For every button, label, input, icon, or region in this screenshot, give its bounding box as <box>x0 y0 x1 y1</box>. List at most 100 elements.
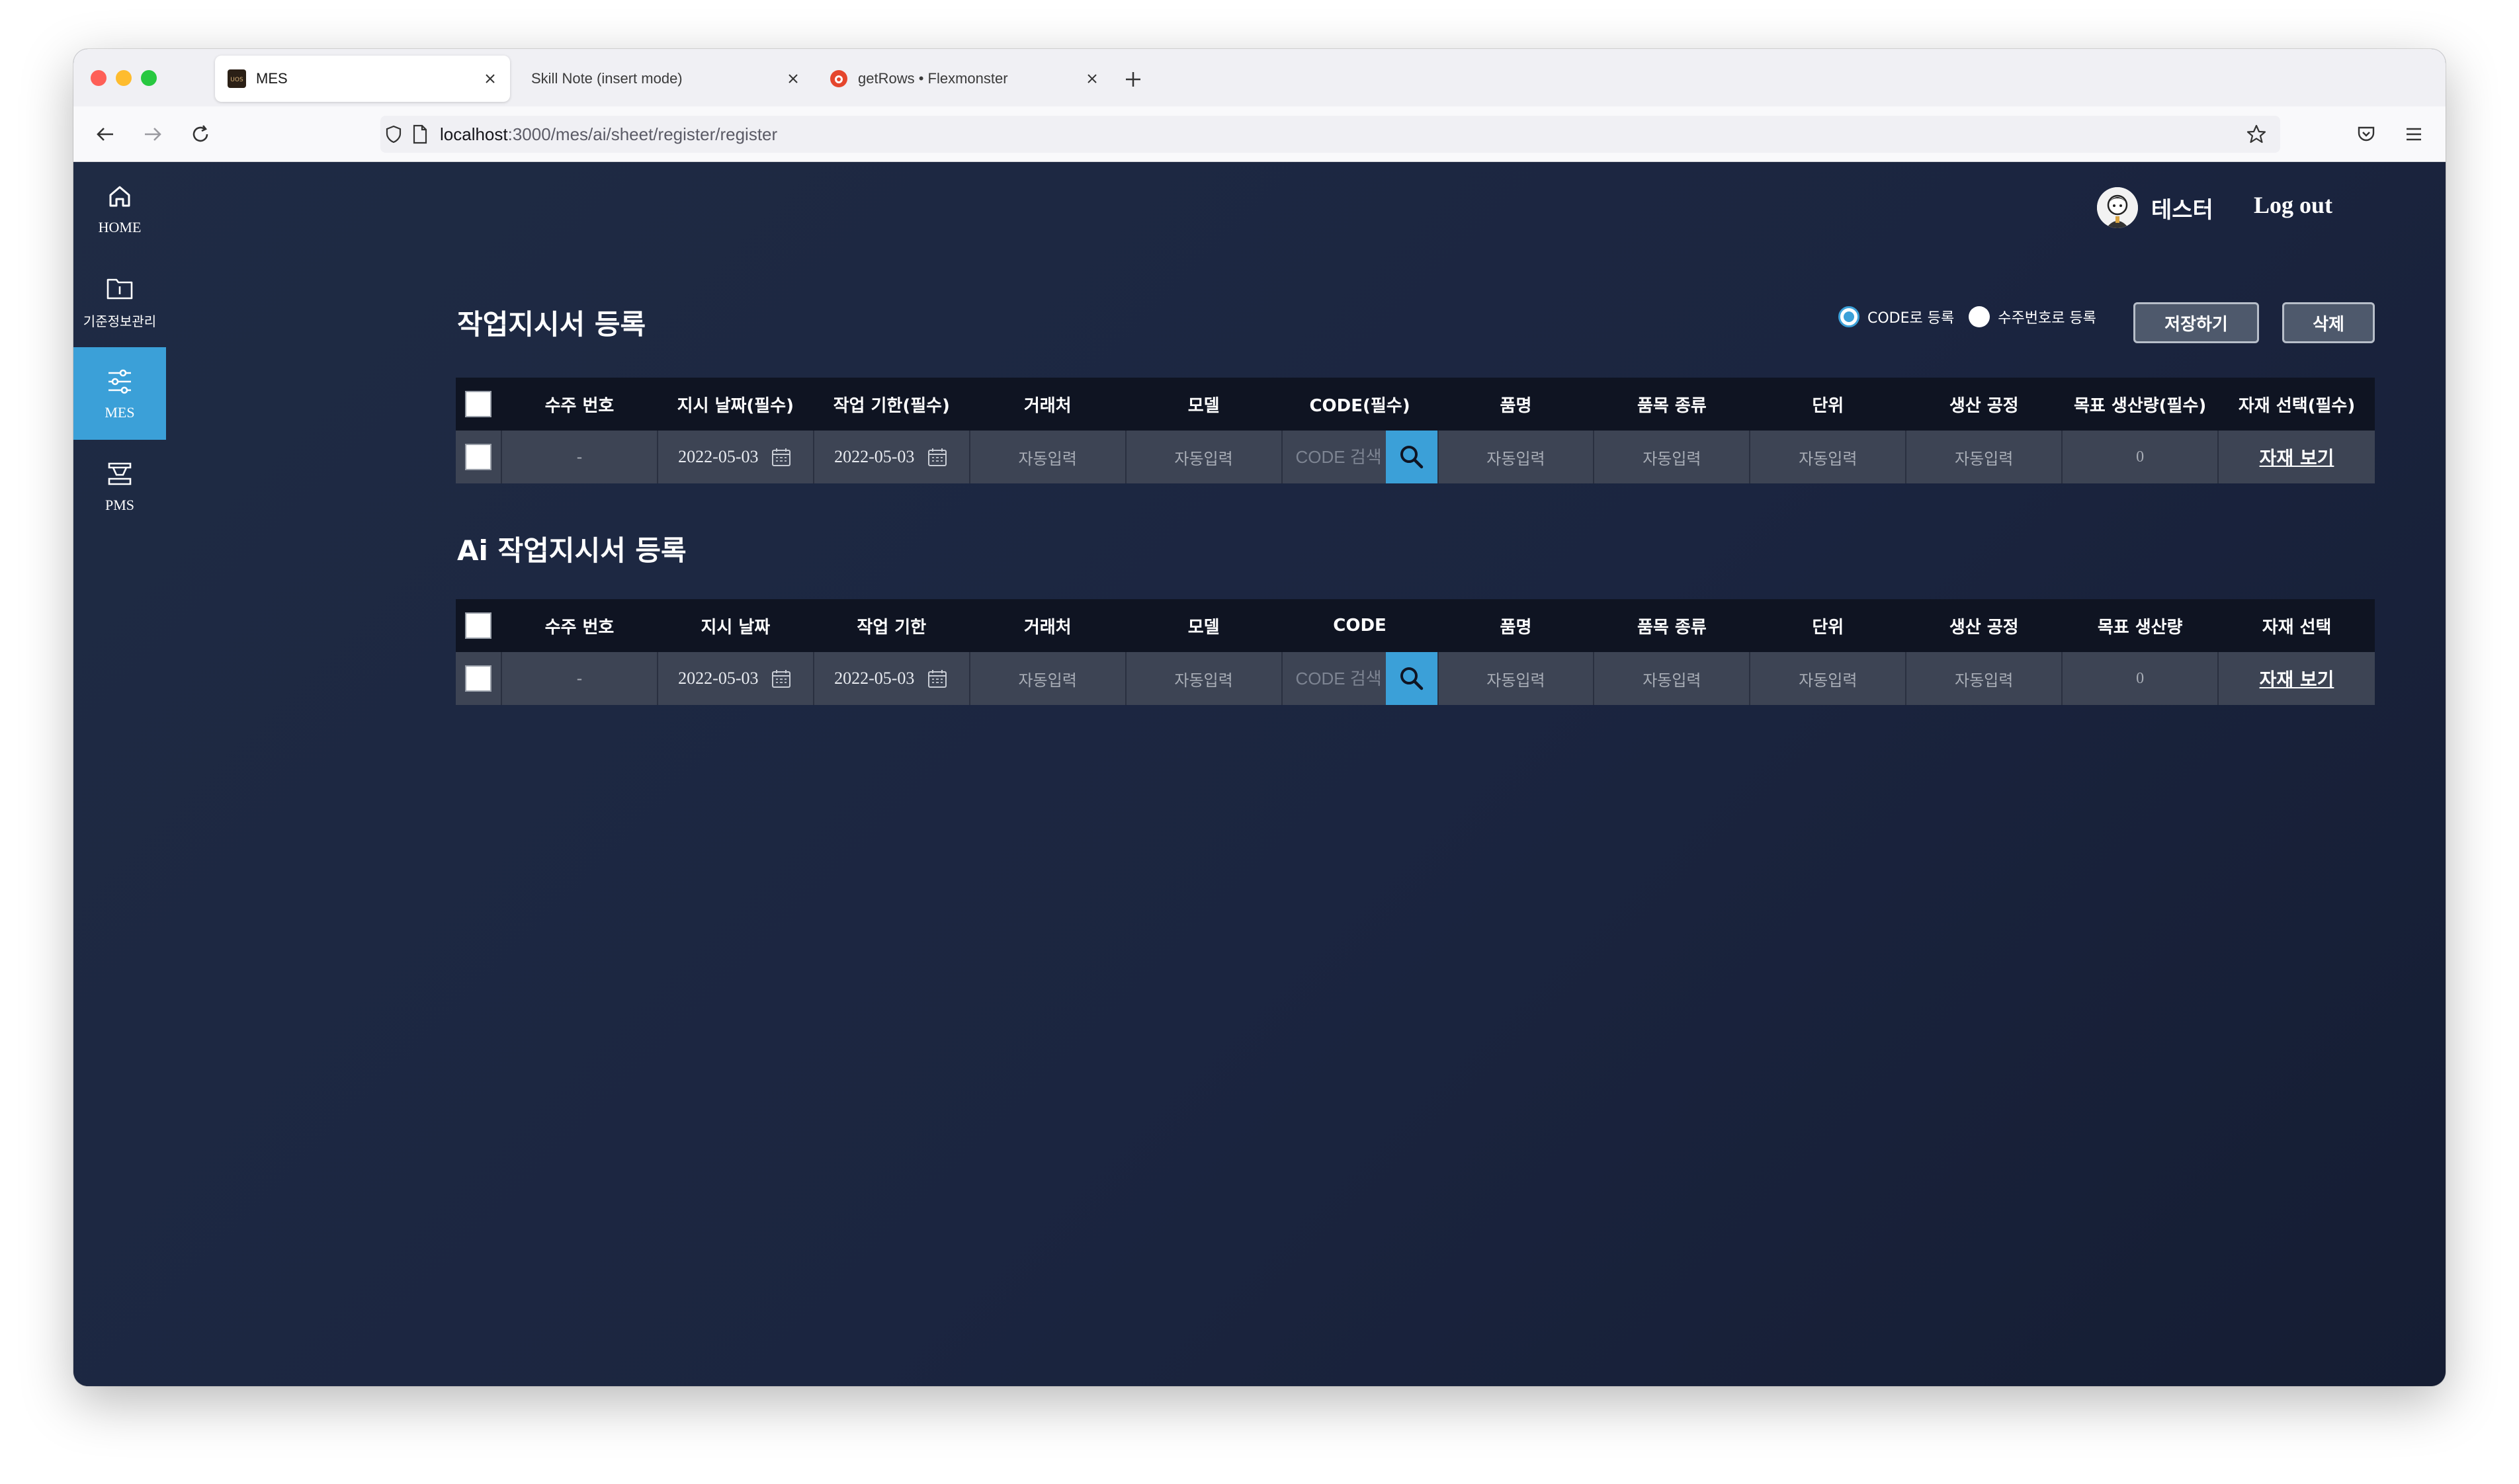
column-header: 품명 <box>1439 599 1595 652</box>
target-quantity-input[interactable]: 0 <box>2063 652 2219 705</box>
home-icon <box>104 181 136 212</box>
machine-icon <box>104 458 136 490</box>
code-search-cell <box>1282 431 1439 483</box>
instruction-date-cell[interactable]: 2022-05-03 <box>658 652 814 705</box>
target-quantity-input[interactable]: 0 <box>2063 431 2219 483</box>
deadline-date-cell[interactable]: 2022-05-03 <box>814 431 970 483</box>
section-title-work-order: 작업지시서 등록 <box>457 308 646 341</box>
url-text[interactable]: localhost:3000/mes/ai/sheet/register/reg… <box>440 124 777 145</box>
column-header: 자재 선택 <box>2262 617 2332 638</box>
sliders-icon <box>104 366 136 397</box>
column-header: 단위 <box>1750 378 1907 431</box>
unit-cell: 자동입력 <box>1750 652 1907 705</box>
code-search-input[interactable] <box>1282 431 1386 483</box>
close-tab-icon[interactable] <box>781 67 805 91</box>
model-cell: 자동입력 <box>1127 652 1283 705</box>
search-icon[interactable] <box>1385 652 1437 705</box>
reload-icon[interactable] <box>186 120 215 149</box>
shield-icon[interactable] <box>380 121 407 147</box>
select-all-checkbox[interactable] <box>464 612 491 639</box>
product-type-cell: 자동입력 <box>1594 652 1751 705</box>
calendar-icon[interactable] <box>926 667 949 690</box>
minimize-window-button[interactable] <box>116 70 132 86</box>
flexmonster-favicon-icon <box>829 69 849 89</box>
close-tab-icon[interactable] <box>478 67 502 91</box>
tab-flexmonster[interactable]: getRows • Flexmonster <box>817 56 1112 102</box>
radio-code-register[interactable] <box>1838 306 1859 327</box>
new-tab-icon[interactable] <box>1119 65 1148 94</box>
sidebar-item-label: PMS <box>105 497 135 513</box>
column-header: 거래처 <box>970 378 1127 431</box>
sidebar-item-pms[interactable]: PMS <box>73 440 166 532</box>
row-checkbox[interactable] <box>464 444 491 470</box>
radio-order-label: 수주번호로 등록 <box>1998 310 2096 327</box>
row-checkbox-cell <box>456 431 502 483</box>
folder-info-icon <box>104 272 136 304</box>
deadline-date-value: 2022-05-03 <box>834 669 915 688</box>
browser-window: UOS MES Skill Note (insert mode) getRows… <box>73 49 2446 1386</box>
tab-mes[interactable]: UOS MES <box>215 56 510 102</box>
sidebar: HOME 기준정보관리 MES PMS <box>73 162 166 1386</box>
product-type-cell: 자동입력 <box>1594 431 1751 483</box>
process-cell: 자동입력 <box>1906 431 2063 483</box>
sidebar-item-master-data[interactable]: 기준정보관리 <box>73 255 166 347</box>
app-content: HOME 기준정보관리 MES PMS 테스터 Log out 작업지시서 등록… <box>73 162 2446 1386</box>
back-arrow-icon[interactable] <box>91 120 120 149</box>
menu-hamburger-icon[interactable] <box>2399 120 2428 149</box>
sidebar-item-home[interactable]: HOME <box>73 162 166 255</box>
column-header: 수주 번호 <box>502 599 658 652</box>
search-icon[interactable] <box>1385 431 1437 483</box>
column-header: 품목 종류 <box>1594 378 1751 431</box>
code-search-input[interactable] <box>1282 652 1386 705</box>
column-header: 지시 날짜 <box>658 599 814 652</box>
radio-order-register[interactable] <box>1969 306 1990 327</box>
mes-favicon-icon: UOS <box>227 69 247 89</box>
column-header: 자재 선택(필수) <box>2238 395 2356 416</box>
customer-cell: 자동입력 <box>970 431 1127 483</box>
calendar-icon[interactable] <box>926 446 949 468</box>
radio-code-label: CODE로 등록 <box>1867 310 1955 327</box>
unit-cell: 자동입력 <box>1750 431 1907 483</box>
bookmark-star-icon[interactable] <box>2243 121 2270 147</box>
tab-label: MES <box>256 70 288 87</box>
calendar-icon[interactable] <box>770 446 792 468</box>
avatar <box>2097 187 2138 228</box>
user-profile[interactable]: 테스터 <box>2097 187 2213 228</box>
pocket-icon[interactable] <box>2352 120 2381 149</box>
close-tab-icon[interactable] <box>1080 67 1104 91</box>
url-host: localhost <box>440 124 508 144</box>
column-header: 거래처 <box>970 599 1127 652</box>
header-checkbox-cell <box>456 599 502 652</box>
calendar-icon[interactable] <box>770 667 792 690</box>
maximize-window-button[interactable] <box>141 70 157 86</box>
ai-work-order-table: 수주 번호 지시 날짜 작업 기한 거래처 모델 CODE 품명 품목 종류 단… <box>456 599 2375 705</box>
column-header: CODE <box>1283 599 1439 652</box>
save-button[interactable]: 저장하기 <box>2133 302 2259 343</box>
sidebar-item-mes[interactable]: MES <box>73 347 166 440</box>
column-header: 단위 <box>1750 599 1907 652</box>
row-checkbox[interactable] <box>464 665 491 692</box>
tab-skill-note[interactable]: Skill Note (insert mode) <box>518 56 813 102</box>
code-search-cell <box>1282 652 1439 705</box>
column-header: 모델 <box>1127 378 1283 431</box>
table-row: - 2022-05-03 2022-05-03 자동입력 자동입력 CODE 검… <box>456 652 2375 705</box>
deadline-date-cell[interactable]: 2022-05-03 <box>814 652 970 705</box>
navigation-bar: localhost:3000/mes/ai/sheet/register/reg… <box>73 106 2446 162</box>
column-header: 지시 날짜(필수) <box>658 378 814 431</box>
column-header: CODE(필수) <box>1283 378 1439 431</box>
material-select-cell: 자재 보기 <box>2219 652 2375 705</box>
view-materials-link[interactable]: 자재 보기 <box>2260 444 2334 470</box>
delete-button[interactable]: 삭제 <box>2282 302 2375 343</box>
sidebar-item-label: MES <box>105 404 135 421</box>
instruction-date-cell[interactable]: 2022-05-03 <box>658 431 814 483</box>
register-mode-options: CODE로 등록 수주번호로 등록 <box>1838 306 2111 327</box>
sidebar-item-label: HOME <box>98 219 142 235</box>
logout-link[interactable]: Log out <box>2254 191 2332 219</box>
process-cell: 자동입력 <box>1906 652 2063 705</box>
view-materials-link[interactable]: 자재 보기 <box>2260 665 2334 692</box>
url-bar[interactable]: localhost:3000/mes/ai/sheet/register/reg… <box>380 116 2280 153</box>
select-all-checkbox[interactable] <box>464 391 491 417</box>
tab-label: getRows • Flexmonster <box>858 70 1008 87</box>
forward-arrow-icon[interactable] <box>138 120 167 149</box>
close-window-button[interactable] <box>91 70 107 86</box>
